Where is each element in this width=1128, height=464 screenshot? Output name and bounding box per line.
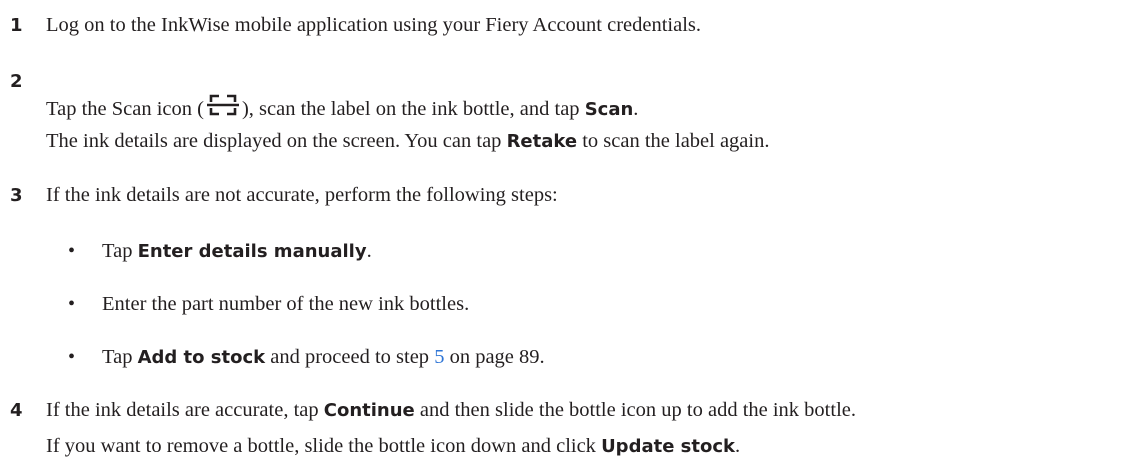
text-run: . <box>633 98 639 120</box>
text-run: Log on to the InkWise mobile application… <box>46 14 702 36</box>
ui-term: Enter details manually <box>137 241 367 262</box>
text-run: If you want to remove a bottle, slide th… <box>46 435 602 457</box>
text-run: If the ink details are not accurate, per… <box>46 184 558 206</box>
bullet-text: Tap Enter details manually. <box>102 239 372 264</box>
step-number: 3 <box>10 185 23 206</box>
step-number: 2 <box>10 71 23 92</box>
ui-term: Update stock <box>601 436 735 457</box>
step-text: If you want to remove a bottle, slide th… <box>46 434 740 459</box>
text-run: and then slide the bottle icon up to add… <box>414 399 856 421</box>
ui-term: Continue <box>323 400 415 421</box>
step-number: 4 <box>10 400 23 421</box>
text-run: Tap the Scan icon ( <box>46 98 204 120</box>
bullet-text: Enter the part number of the new ink bot… <box>102 292 469 316</box>
step-text: If the ink details are accurate, tap Con… <box>46 398 856 423</box>
text-run: If the ink details are accurate, tap <box>46 399 324 421</box>
text-run: on page 89. <box>444 346 545 368</box>
bullet-text: Tap Add to stock and proceed to step 5 o… <box>102 345 545 370</box>
step-text: If the ink details are not accurate, per… <box>46 183 558 207</box>
text-run: to scan the label again. <box>577 130 770 152</box>
text-run: The ink details are displayed on the scr… <box>46 130 507 152</box>
step-text: The ink details are displayed on the scr… <box>46 129 769 154</box>
scan-icon <box>206 93 239 123</box>
ui-term: Scan <box>584 99 634 120</box>
text-run: Tap <box>102 346 138 368</box>
step-link[interactable]: 5 <box>434 346 444 368</box>
text-run: ), scan the label on the ink bottle, and… <box>241 98 585 120</box>
text-run: . <box>366 240 372 262</box>
bullet: • <box>68 346 76 368</box>
ui-term: Add to stock <box>137 347 266 368</box>
text-run: Enter the part number of the new ink bot… <box>102 293 470 315</box>
step-number: 1 <box>10 15 23 36</box>
text-run: and proceed to step <box>265 346 435 368</box>
ui-term: Retake <box>506 131 578 152</box>
bullet: • <box>68 293 76 315</box>
bullet: • <box>68 240 76 262</box>
text-run: Tap <box>102 240 138 262</box>
step-text: Tap the Scan icon ( ), scan the label on … <box>46 93 638 123</box>
text-run: . <box>735 435 741 457</box>
step-text: Log on to the InkWise mobile application… <box>46 13 701 37</box>
